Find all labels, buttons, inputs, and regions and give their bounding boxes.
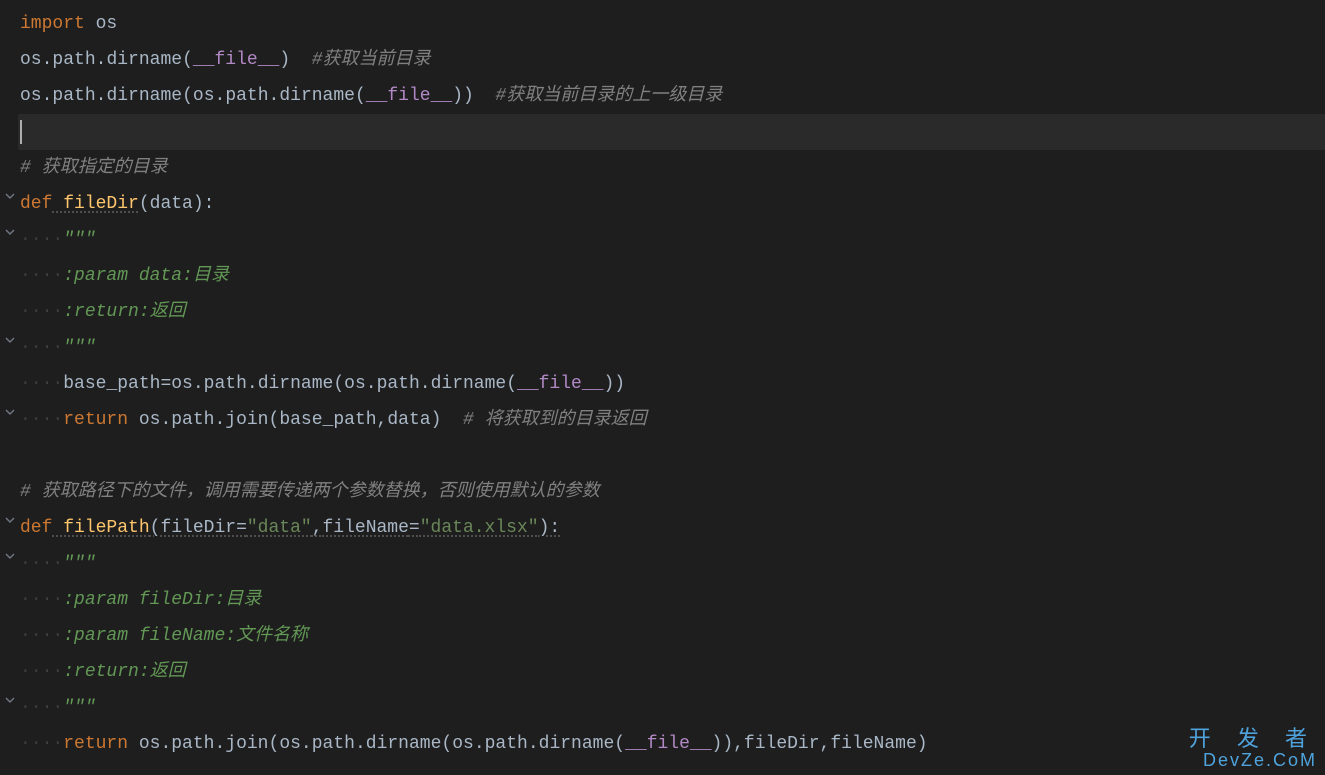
keyword: return xyxy=(63,734,128,754)
indent: ···· xyxy=(20,302,63,322)
code-line[interactable]: ····:return:返回 xyxy=(18,654,1325,690)
comment: # 获取路径下的文件，调用需要传递两个参数替换，否则使用默认的参数 xyxy=(20,482,600,502)
code-text: os xyxy=(20,50,42,70)
comment: #获取当前目录 xyxy=(312,50,431,70)
fold-icon[interactable] xyxy=(4,694,16,706)
function-name: fileDir xyxy=(52,194,138,214)
identifier: os xyxy=(85,14,117,34)
fold-icon[interactable] xyxy=(4,334,16,346)
indent: ···· xyxy=(20,626,63,646)
docstring: """ xyxy=(63,338,95,358)
fold-icon[interactable] xyxy=(4,514,16,526)
indent: ···· xyxy=(20,410,63,430)
docstring: :return:返回 xyxy=(63,302,185,322)
keyword: def xyxy=(20,194,52,214)
string-literal: "data" xyxy=(247,518,312,538)
watermark-line2: DevZe.CoM xyxy=(1189,751,1317,771)
code-line[interactable]: ····:param data:目录 xyxy=(18,258,1325,294)
code-area[interactable]: import os os.path.dirname(__file__) #获取当… xyxy=(18,0,1325,762)
code-line[interactable]: ····return os.path.join(base_path,data) … xyxy=(18,402,1325,438)
fold-icon[interactable] xyxy=(4,406,16,418)
code-line[interactable]: ····""" xyxy=(18,222,1325,258)
indent: ···· xyxy=(20,230,63,250)
fold-icon[interactable] xyxy=(4,226,16,238)
code-line[interactable]: import os xyxy=(18,6,1325,42)
function-name: filePath xyxy=(52,518,149,538)
indent: ···· xyxy=(20,554,63,574)
docstring: """ xyxy=(63,698,95,718)
code-line[interactable]: # 获取指定的目录 xyxy=(18,150,1325,186)
indent: ···· xyxy=(20,698,63,718)
code-line[interactable]: # 获取路径下的文件，调用需要传递两个参数替换，否则使用默认的参数 xyxy=(18,474,1325,510)
watermark-line1: 开 发 者 xyxy=(1189,727,1317,751)
indent: ···· xyxy=(20,734,63,754)
code-line[interactable]: ····base_path=os.path.dirname(os.path.di… xyxy=(18,366,1325,402)
code-line[interactable]: ····:param fileName:文件名称 xyxy=(18,618,1325,654)
docstring: :param fileDir:目录 xyxy=(63,590,261,610)
code-line[interactable]: ····:param fileDir:目录 xyxy=(18,582,1325,618)
code-line[interactable]: ····return os.path.join(os.path.dirname(… xyxy=(18,726,1325,762)
code-line[interactable]: ····""" xyxy=(18,546,1325,582)
code-line[interactable]: ····""" xyxy=(18,690,1325,726)
code-line[interactable]: def fileDir(data): xyxy=(18,186,1325,222)
comment: # 获取指定的目录 xyxy=(20,158,168,178)
code-line[interactable]: os.path.dirname(__file__) #获取当前目录 xyxy=(18,42,1325,78)
keyword: def xyxy=(20,518,52,538)
keyword: return xyxy=(63,410,128,430)
gutter xyxy=(0,0,18,775)
watermark: 开 发 者 DevZe.CoM xyxy=(1189,727,1317,771)
indent: ···· xyxy=(20,662,63,682)
code-line[interactable] xyxy=(18,438,1325,474)
docstring: :param data:目录 xyxy=(63,266,229,286)
keyword: import xyxy=(20,14,85,34)
docstring: """ xyxy=(63,554,95,574)
code-line-current[interactable] xyxy=(18,114,1325,150)
indent: ···· xyxy=(20,338,63,358)
comment: # 将获取到的目录返回 xyxy=(463,410,647,430)
code-line[interactable]: ····""" xyxy=(18,330,1325,366)
string-literal: "data.xlsx" xyxy=(420,518,539,538)
comment: #获取当前目录的上一级目录 xyxy=(495,86,722,106)
docstring: """ xyxy=(63,230,95,250)
indent: ···· xyxy=(20,374,63,394)
docstring: :return:返回 xyxy=(63,662,185,682)
docstring: :param fileName:文件名称 xyxy=(63,626,308,646)
indent: ···· xyxy=(20,266,63,286)
code-editor[interactable]: import os os.path.dirname(__file__) #获取当… xyxy=(0,0,1325,775)
code-line[interactable]: def filePath(fileDir="data",fileName="da… xyxy=(18,510,1325,546)
fold-icon[interactable] xyxy=(4,550,16,562)
code-line[interactable]: os.path.dirname(os.path.dirname(__file__… xyxy=(18,78,1325,114)
code-line[interactable]: ····:return:返回 xyxy=(18,294,1325,330)
cursor xyxy=(20,120,22,144)
fold-icon[interactable] xyxy=(4,190,16,202)
indent: ···· xyxy=(20,590,63,610)
